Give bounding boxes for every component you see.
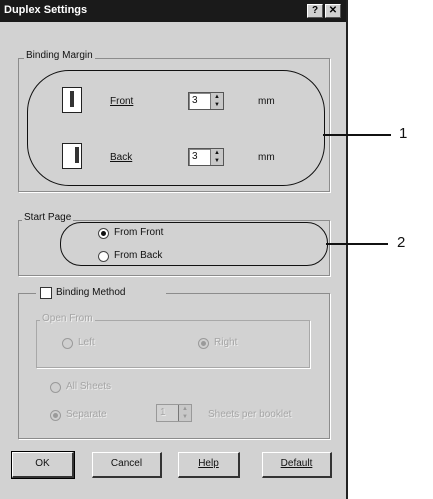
all-sheets-label[interactable]: All Sheets <box>66 381 111 392</box>
binding-margin-label: Binding Margin <box>24 50 95 61</box>
open-left-radio[interactable] <box>62 338 73 349</box>
separate-radio[interactable] <box>50 410 61 421</box>
all-sheets-radio[interactable] <box>50 382 61 393</box>
open-right-radio[interactable] <box>198 338 209 349</box>
binding-method-checkbox[interactable] <box>40 287 52 299</box>
open-right-label[interactable]: Right <box>214 337 237 348</box>
close-icon[interactable]: ✕ <box>325 4 341 18</box>
dialog-title: Duplex Settings <box>4 4 88 16</box>
callout-1-line <box>323 134 391 136</box>
sheets-per-booklet-label: Sheets per booklet <box>208 409 292 420</box>
callout-2-number: 2 <box>397 234 406 251</box>
open-left-label[interactable]: Left <box>78 337 95 348</box>
separate-label[interactable]: Separate <box>66 409 107 420</box>
callout-1-oval <box>27 70 325 186</box>
callout-1-number: 1 <box>399 125 408 142</box>
default-button[interactable]: Default <box>262 452 332 478</box>
callout-2-line <box>326 243 388 245</box>
open-from-label: Open From <box>40 313 95 324</box>
cancel-button[interactable]: Cancel <box>92 452 162 478</box>
callout-2-oval <box>60 222 328 266</box>
ok-button[interactable]: OK <box>11 451 75 479</box>
binding-method-label[interactable]: Binding Method <box>56 287 126 298</box>
help-icon[interactable]: ? <box>307 4 323 18</box>
start-page-label: Start Page <box>22 212 74 223</box>
title-bar: Duplex Settings ? ✕ <box>0 0 346 22</box>
spin-arrows-icon[interactable]: ▲ ▼ <box>178 405 191 421</box>
sheets-stepper[interactable]: 1 ▲ ▼ <box>156 404 192 422</box>
sheets-value[interactable]: 1 <box>160 407 166 418</box>
help-button[interactable]: Help <box>178 452 240 478</box>
